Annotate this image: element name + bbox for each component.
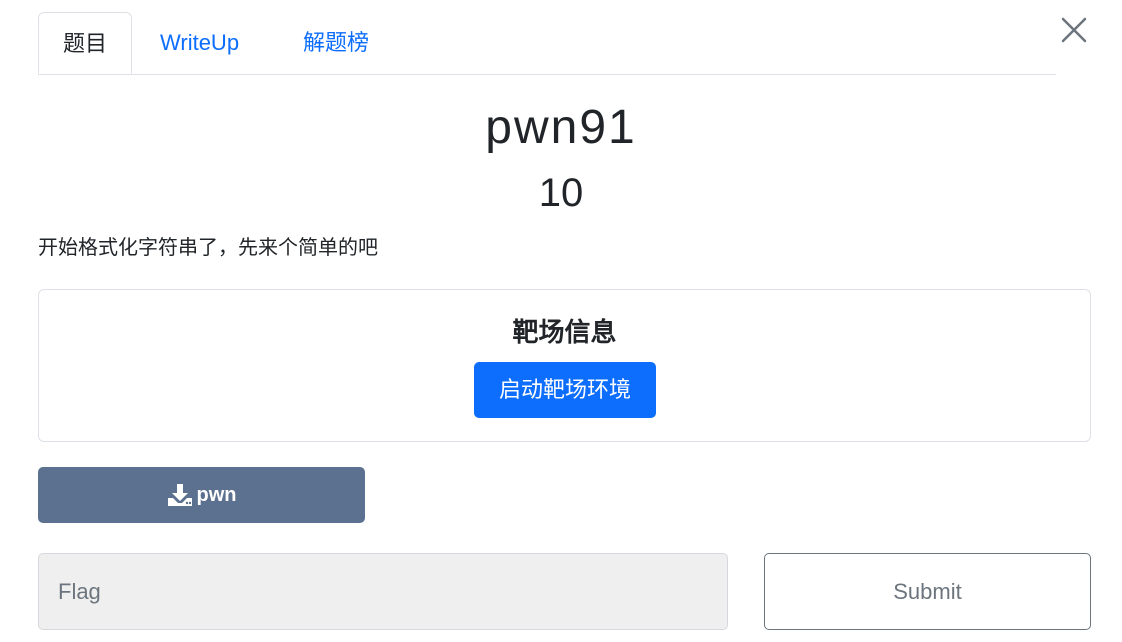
close-icon[interactable] [1058, 14, 1090, 46]
challenge-points: 10 [538, 171, 584, 215]
tab-writeup[interactable]: WriteUp [136, 12, 263, 73]
download-icon [167, 483, 193, 507]
challenge-description: 开始格式化字符串了，先来个简单的吧 [38, 237, 378, 259]
start-range-button[interactable]: 启动靶场环境 [474, 362, 656, 418]
download-button[interactable]: pwn [38, 467, 365, 523]
tab-challenge[interactable]: 题目 [38, 12, 133, 74]
tab-bar: 题目 WriteUp 解题榜 [38, 12, 1056, 75]
tab-solves[interactable]: 解题榜 [279, 12, 393, 73]
submit-button[interactable]: Submit [764, 553, 1091, 630]
range-info-title: 靶场信息 [512, 317, 617, 347]
range-info-card: 靶场信息 启动靶场环境 [38, 289, 1091, 442]
download-label: pwn [196, 483, 237, 506]
flag-input[interactable] [38, 553, 728, 630]
challenge-title: pwn91 [485, 101, 637, 154]
